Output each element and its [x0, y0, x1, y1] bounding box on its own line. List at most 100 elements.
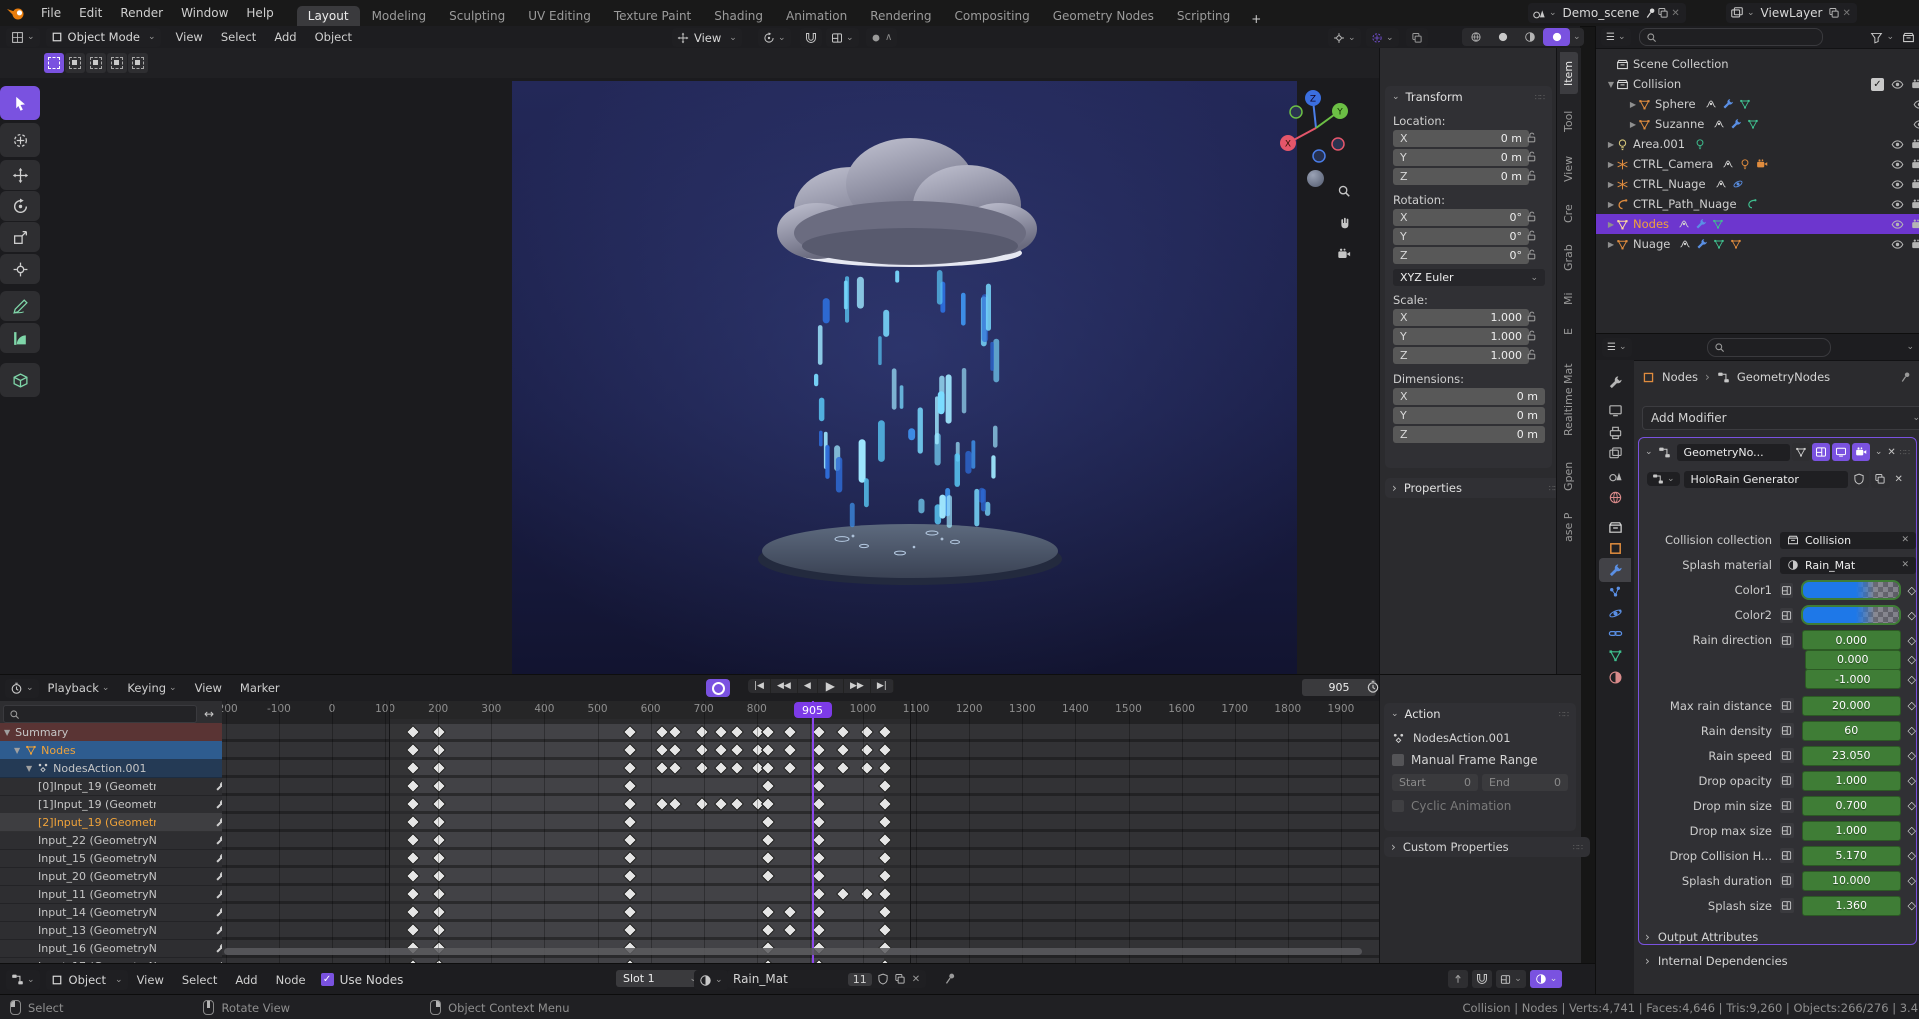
add-workspace-button[interactable]: +: [1242, 12, 1270, 26]
input-socket-toggle[interactable]: [1780, 608, 1793, 623]
viewport-menu-view[interactable]: View: [167, 30, 212, 44]
vector-value-field[interactable]: -1.000: [1805, 669, 1901, 689]
number-field[interactable]: 20.000: [1802, 696, 1901, 716]
sidebar-tab-item[interactable]: Item: [1560, 52, 1578, 94]
cyclic-checkbox[interactable]: [1392, 800, 1404, 812]
transform-field[interactable]: Y1.000: [1393, 328, 1529, 345]
editor-type-button-3d-viewport[interactable]: ⌄: [6, 28, 40, 47]
eye-icon[interactable]: [1891, 138, 1904, 151]
tool-transform-button[interactable]: [0, 254, 40, 284]
jump-to-end-button[interactable]: ▶|: [871, 679, 894, 693]
pan-button[interactable]: [1334, 213, 1354, 233]
properties-tab-constraints[interactable]: [1599, 621, 1631, 645]
keyframe-diamond-button[interactable]: ◇: [1908, 799, 1916, 812]
workspace-tab-animation[interactable]: Animation: [775, 6, 858, 26]
channel-row-1[interactable]: ▼Nodes: [0, 741, 236, 760]
input-socket-toggle[interactable]: [1780, 583, 1793, 598]
lock-open-icon[interactable]: [1525, 150, 1538, 163]
keyframe-diamond-button[interactable]: ◇: [1908, 749, 1916, 762]
channel-row-3[interactable]: [0]Input_19 (GeometryNo✓: [0, 777, 260, 796]
timeline-menu-view[interactable]: View: [186, 681, 231, 695]
playhead-line[interactable]: [812, 701, 814, 964]
next-keyframe-button[interactable]: ▶▶: [844, 679, 871, 693]
sidebar-tab-mi[interactable]: Mi: [1560, 285, 1578, 313]
snap-settings-dropdown[interactable]: ⌄: [826, 28, 859, 47]
tool-add-cube-button[interactable]: [0, 363, 40, 397]
eye-icon[interactable]: [1891, 198, 1904, 211]
sidebar-tab-grab[interactable]: Grab: [1560, 237, 1578, 279]
overlays-dropdown[interactable]: ⌄: [1366, 28, 1399, 47]
topbar-menu-render[interactable]: Render: [111, 6, 172, 20]
keyframe-diamond-button[interactable]: ◇: [1908, 634, 1916, 647]
channel-search-input[interactable]: [3, 705, 197, 723]
new-collection-button[interactable]: [1902, 31, 1915, 44]
select-mode-invert[interactable]: [107, 53, 127, 73]
transform-field[interactable]: X0 m: [1393, 130, 1529, 147]
viewport-menu-object[interactable]: Object: [306, 30, 361, 44]
keyframe-diamond-button[interactable]: ◇: [1908, 699, 1916, 712]
transform-field[interactable]: X0 m: [1393, 388, 1545, 405]
keyframe-diamond-button[interactable]: ◇: [1908, 724, 1916, 737]
workspace-tab-geometry-nodes[interactable]: Geometry Nodes: [1042, 6, 1165, 26]
outliner-row-scene-collection[interactable]: Scene Collection: [1596, 54, 1919, 74]
topbar-menu-file[interactable]: File: [32, 6, 70, 20]
action-panel-header[interactable]: ⌄Action∷∷: [1384, 703, 1576, 725]
manual-frame-range-checkbox[interactable]: [1392, 754, 1404, 766]
outliner-row-ctrl-nuage[interactable]: ▶CTRL_Nuage: [1596, 174, 1919, 194]
sub-panel-output-attributes[interactable]: ›Output Attributes: [1645, 927, 1910, 947]
number-field[interactable]: 1.000: [1802, 771, 1901, 791]
expand-down-icon[interactable]: ▼: [1606, 80, 1616, 89]
select-mode-extend[interactable]: [65, 53, 85, 73]
fake-user-icon[interactable]: [877, 973, 889, 985]
sidebar-tab-gpen[interactable]: Gpen: [1560, 455, 1578, 497]
viewlayer-selector[interactable]: ⌄ViewLayer✕: [1726, 3, 1857, 23]
channel-row-0[interactable]: ▼Summary: [0, 723, 226, 742]
node-group-name-field[interactable]: HoloRain Generator: [1684, 471, 1848, 488]
keyframe-diamond-button[interactable]: ◇: [1908, 653, 1916, 666]
playhead-badge[interactable]: 905: [794, 702, 832, 718]
input-socket-toggle[interactable]: [1780, 848, 1794, 863]
camera-visibility-icon[interactable]: [1911, 198, 1919, 211]
expand-right-icon[interactable]: ▶: [1606, 200, 1616, 209]
keyframe-diamond-button[interactable]: ◇: [1908, 849, 1916, 862]
outliner-search-input[interactable]: [1639, 28, 1823, 46]
camera-visibility-icon[interactable]: [1911, 78, 1919, 91]
modifier-render-toggle[interactable]: [1852, 443, 1870, 461]
tool-cursor-button[interactable]: [0, 123, 40, 157]
editor-type-button-shader[interactable]: ⌄: [6, 970, 40, 990]
eye-icon[interactable]: [1891, 178, 1904, 191]
auto-keying-toggle[interactable]: [706, 679, 730, 697]
lock-open-icon[interactable]: [1525, 169, 1538, 182]
keyframe-grid[interactable]: -200-10001002003004005006007008009001000…: [222, 701, 1379, 964]
color-field[interactable]: [1801, 580, 1900, 600]
input-socket-toggle[interactable]: [1780, 773, 1794, 788]
vector-value-field[interactable]: 0.000: [1802, 630, 1901, 650]
shader-menu-node[interactable]: Node: [267, 973, 315, 987]
add-modifier-dropdown[interactable]: Add Modifier⌄: [1642, 406, 1919, 430]
transform-field[interactable]: Z1.000: [1393, 347, 1529, 364]
input-socket-toggle[interactable]: [1780, 633, 1794, 648]
play-reverse-button[interactable]: ◀: [798, 679, 818, 693]
shader-snap-toggle[interactable]: [1472, 970, 1492, 988]
tool-move-button[interactable]: [0, 160, 40, 190]
fit-range-button[interactable]: ↔: [199, 705, 219, 723]
shading-material-preview-button[interactable]: [1516, 28, 1543, 46]
camera-visibility-icon[interactable]: [1911, 158, 1919, 171]
input-socket-toggle[interactable]: [1780, 873, 1794, 888]
shader-menu-view[interactable]: View: [128, 973, 173, 987]
input-socket-toggle[interactable]: [1780, 823, 1794, 838]
modifier-viewport-toggle[interactable]: [1832, 443, 1850, 461]
shader-snap-dropdown[interactable]: ⌄: [1496, 970, 1526, 988]
outliner-row-collision[interactable]: ▼Collision✓: [1596, 74, 1919, 94]
use-nodes-checkbox[interactable]: ✓Use Nodes: [321, 973, 404, 987]
eye-icon[interactable]: [1891, 218, 1904, 231]
topbar-menu-edit[interactable]: Edit: [70, 6, 111, 20]
transform-field[interactable]: Y0 m: [1393, 149, 1529, 166]
current-frame-field[interactable]: 905: [1302, 679, 1376, 696]
timeline-menu-marker[interactable]: Marker: [231, 681, 289, 695]
properties-collapsed-panel[interactable]: ›Properties∷∷: [1385, 478, 1566, 498]
transform-orientation-dropdown[interactable]: View⌄: [672, 28, 742, 47]
slot-dropdown[interactable]: Slot 1⌄: [616, 970, 704, 987]
workspace-tab-shading[interactable]: Shading: [703, 6, 774, 26]
expand-right-icon[interactable]: ▶: [1606, 220, 1616, 229]
